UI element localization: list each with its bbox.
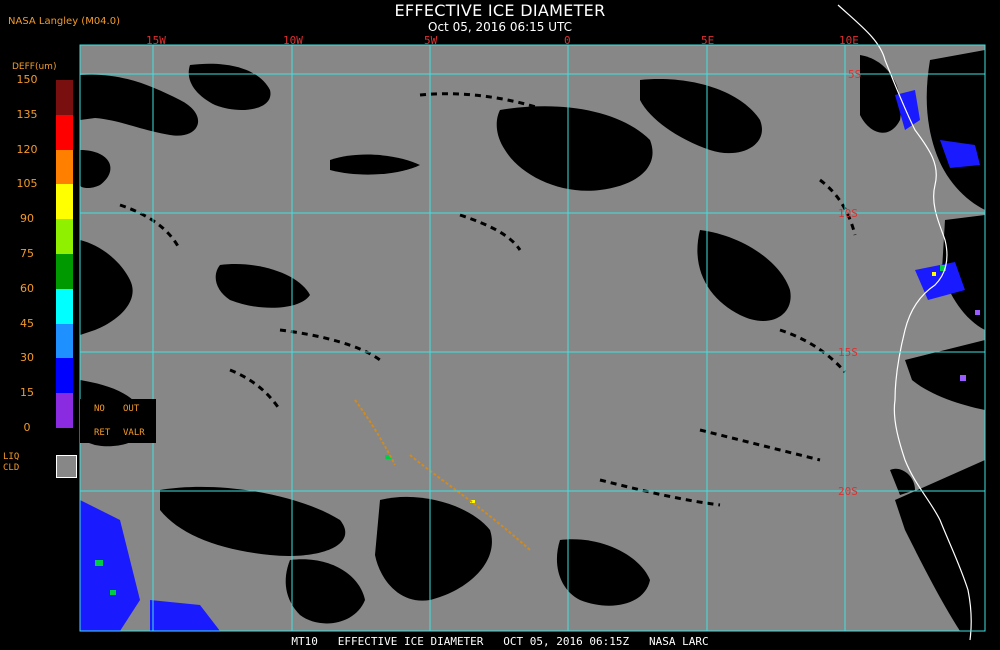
liquid-cloud-swatch [56,455,77,478]
colorbar-tick: 30 [20,351,34,365]
ret-label: RET [94,428,111,438]
colorbar-swatch [56,393,73,428]
lon-label-0: 0 [564,34,571,47]
colorbar-tick: 105 [16,177,38,191]
colorbar-swatch [56,254,73,289]
colorbar-tick: 45 [20,316,34,330]
valr-label: VALR [123,428,145,438]
colorbar-swatch [56,114,73,150]
colorbar-swatch [56,358,73,394]
cld-label: CLD [3,463,20,473]
lon-label-5w: 5W [424,34,438,47]
colorbar-swatch [56,219,73,254]
lat-label-20s: 20S [838,485,858,498]
lon-label-5e: 5E [701,34,714,47]
lat-label-15s: 15S [838,346,858,359]
colorbar-tick: 120 [16,142,38,156]
colorbar-tick: 150 [16,73,38,86]
lon-label-10w: 10W [283,34,303,47]
liquid-cloud-label: LIQ CLD [3,452,29,474]
colorbar-tick: 60 [20,281,34,295]
colorbar-tick: 90 [20,212,34,226]
no-label: NO [94,404,105,414]
satellite-map: 15W 10W 5W 0 5E 10E 5S 10S 15S 20S [79,4,986,641]
colorbar-tick: 135 [16,107,38,121]
liq-label: LIQ [3,452,20,462]
no-retrieval-key: NO OUT RET VALR [80,399,156,443]
lon-label-10e: 10E [839,34,859,47]
colorbar-tick: 75 [20,247,34,260]
lat-label-5s: 5S [848,68,861,81]
colorbar-swatch [56,80,73,115]
out-label: OUT [123,404,140,414]
colorbar-swatch [56,149,73,185]
lat-label-10s: 10S [838,207,858,220]
colorbar-tick: 0 [23,421,31,434]
colorbar-swatch [56,288,73,324]
colorbar-tick: 15 [20,386,34,400]
footer-caption: MT10 EFFECTIVE ICE DIAMETER OCT 05, 2016… [291,635,709,648]
colorbar-units-label: DEFF(um) [12,62,57,72]
colorbar-swatch [56,323,73,359]
lon-label-15w: 15W [146,34,166,47]
colorbar-swatch [56,184,73,220]
